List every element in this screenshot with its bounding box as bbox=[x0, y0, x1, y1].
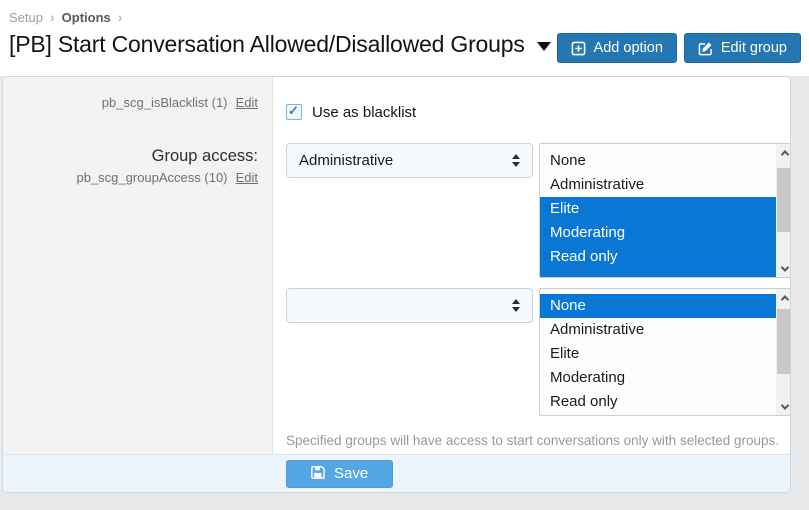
listbox-option[interactable]: Administrative bbox=[540, 173, 776, 197]
group-access-content-cell: Administrative NoneAdministrativeEliteMo… bbox=[273, 133, 791, 455]
group-access-label-cell: Group access: pb_scg_groupAccess (10) Ed… bbox=[3, 133, 273, 455]
save-label: Save bbox=[334, 465, 368, 482]
group-pair-1: Administrative NoneAdministrativeEliteMo… bbox=[286, 143, 791, 278]
breadcrumb-separator-icon: › bbox=[50, 9, 55, 25]
listbox-option[interactable]: Elite bbox=[540, 342, 776, 366]
breadcrumb-separator-icon: › bbox=[118, 9, 123, 25]
group-access-hint: Specified groups will have access to sta… bbox=[286, 433, 791, 448]
title-caret-down-icon[interactable] bbox=[537, 42, 551, 51]
group-select-1[interactable]: Administrative bbox=[286, 143, 533, 178]
group-access-field-label: pb_scg_groupAccess (10) bbox=[76, 170, 227, 185]
listbox-option[interactable]: None bbox=[540, 294, 776, 318]
group-select-1-value: Administrative bbox=[299, 152, 393, 169]
multiselect-1-scrollbar[interactable] bbox=[776, 144, 791, 277]
group-access-title: Group access: bbox=[3, 147, 258, 166]
floppy-disk-icon bbox=[311, 465, 325, 483]
listbox-option[interactable]: Read only bbox=[540, 245, 776, 269]
multiselect-2-scrollbar[interactable] bbox=[776, 289, 791, 415]
listbox-option[interactable]: Moderating bbox=[540, 221, 776, 245]
header-buttons: Add option Edit group bbox=[557, 33, 801, 63]
scrollbar-thumb[interactable] bbox=[777, 309, 791, 374]
listbox-option[interactable]: Elite bbox=[540, 197, 776, 221]
group-multiselect-1[interactable]: NoneAdministrativeEliteModeratingRead on… bbox=[539, 143, 791, 278]
scroll-down-icon[interactable] bbox=[776, 398, 791, 415]
form-row-group-access: Group access: pb_scg_groupAccess (10) Ed… bbox=[3, 133, 790, 455]
group-access-edit-link[interactable]: Edit bbox=[236, 170, 258, 185]
scroll-up-icon[interactable] bbox=[776, 144, 791, 161]
title-row: [PB] Start Conversation Allowed/Disallow… bbox=[9, 31, 551, 58]
save-button[interactable]: Save bbox=[286, 460, 393, 488]
form-row-blacklist: pb_scg_isBlacklist (1) Edit Use as black… bbox=[3, 77, 790, 133]
breadcrumb: Setup › Options › bbox=[9, 9, 122, 25]
options-form-block: pb_scg_isBlacklist (1) Edit Use as black… bbox=[2, 76, 791, 493]
use-as-blacklist-label: Use as blacklist bbox=[312, 104, 416, 121]
edit-group-label: Edit group bbox=[721, 40, 787, 56]
page-title: [PB] Start Conversation Allowed/Disallow… bbox=[9, 31, 525, 58]
group-pair-2: NoneAdministrativeEliteModeratingRead on… bbox=[286, 288, 791, 416]
breadcrumb-setup-link[interactable]: Setup bbox=[9, 10, 43, 25]
blacklist-label-cell: pb_scg_isBlacklist (1) Edit bbox=[3, 77, 273, 133]
group-multiselect-2[interactable]: NoneAdministrativeEliteModeratingRead on… bbox=[539, 288, 791, 416]
listbox-option[interactable]: Moderating bbox=[540, 366, 776, 390]
plus-square-icon bbox=[571, 41, 586, 56]
scrollbar-thumb[interactable] bbox=[777, 168, 791, 232]
group-multiselect-1-options: NoneAdministrativeEliteModeratingRead on… bbox=[540, 149, 776, 277]
edit-pencil-icon bbox=[698, 41, 713, 56]
listbox-option[interactable]: Administrative bbox=[540, 318, 776, 342]
add-option-label: Add option bbox=[594, 40, 663, 56]
group-select-2[interactable] bbox=[286, 288, 533, 323]
blacklist-content-cell: Use as blacklist bbox=[273, 77, 790, 133]
scroll-up-icon[interactable] bbox=[776, 289, 791, 306]
listbox-option-partial[interactable] bbox=[540, 269, 776, 277]
blacklist-field-label: pb_scg_isBlacklist (1) bbox=[102, 95, 228, 110]
breadcrumb-options-link[interactable]: Options bbox=[62, 10, 111, 25]
listbox-option[interactable]: Read only bbox=[540, 390, 776, 414]
form-footer: Save bbox=[3, 454, 790, 492]
add-option-button[interactable]: Add option bbox=[557, 33, 677, 63]
use-as-blacklist-checkbox[interactable] bbox=[286, 104, 302, 120]
form-body: pb_scg_isBlacklist (1) Edit Use as black… bbox=[3, 77, 790, 455]
options-page: Setup › Options › [PB] Start Conversatio… bbox=[0, 0, 809, 510]
group-multiselect-2-options: NoneAdministrativeEliteModeratingRead on… bbox=[540, 294, 776, 414]
up-down-arrows-icon bbox=[512, 154, 520, 167]
up-down-arrows-icon bbox=[512, 299, 520, 312]
listbox-option[interactable]: None bbox=[540, 149, 776, 173]
scroll-down-icon[interactable] bbox=[776, 260, 791, 277]
page-header: Setup › Options › [PB] Start Conversatio… bbox=[0, 0, 809, 76]
edit-group-button[interactable]: Edit group bbox=[684, 33, 801, 63]
blacklist-edit-link[interactable]: Edit bbox=[236, 95, 258, 110]
